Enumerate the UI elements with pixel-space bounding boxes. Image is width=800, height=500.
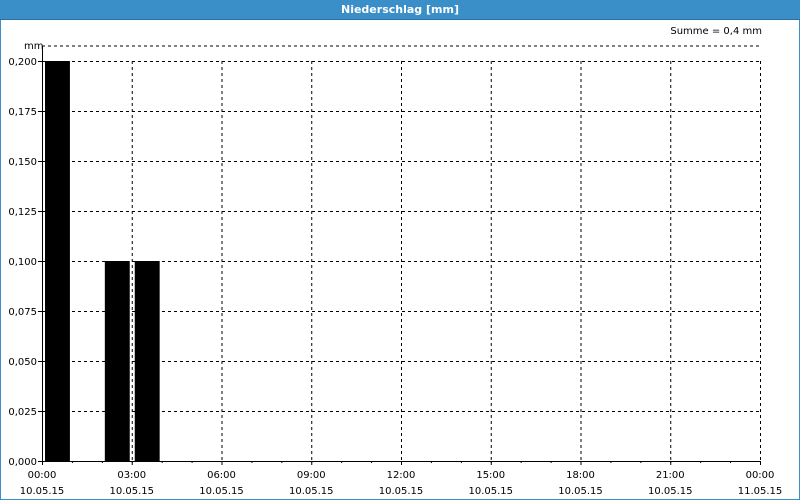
x-tick-label-time: 00:00 <box>28 470 57 481</box>
x-tick-label-date: 10.05.15 <box>648 486 693 497</box>
y-tick-label: 0,200 <box>8 57 37 68</box>
x-tick-label-time: 03:00 <box>117 470 146 481</box>
y-tick-label: 0,125 <box>8 207 37 218</box>
y-tick-label: 0,150 <box>8 157 37 168</box>
precipitation-chart: 0,000 0,025 0,050 0,075 0,100 0,125 0,150 0,175… <box>8 45 783 497</box>
x-tick-label-time: 00:00 <box>746 470 775 481</box>
y-tick-label: 0,000 <box>8 457 37 468</box>
x-tick-label-date: 10.05.15 <box>199 486 244 497</box>
x-tick-label-date: 10.05.15 <box>379 486 424 497</box>
precipitation-bar <box>45 61 70 461</box>
x-tick-label-date: 10.05.15 <box>468 486 513 497</box>
x-tick-label-time: 21:00 <box>656 470 685 481</box>
x-tick-label-date: 10.05.15 <box>289 486 334 497</box>
x-tick-label-date: 11.05.15 <box>738 486 783 497</box>
x-tick-label-date: 10.05.15 <box>20 486 65 497</box>
x-tick-label-time: 09:00 <box>297 470 326 481</box>
y-tick-label: 0,075 <box>8 307 37 318</box>
x-tick-label-date: 10.05.15 <box>109 486 154 497</box>
y-tick-label: 0,100 <box>8 257 37 268</box>
x-tick-label-time: 12:00 <box>387 470 416 481</box>
x-tick-label-time: 18:00 <box>566 470 595 481</box>
x-tick-label-time: 15:00 <box>476 470 505 481</box>
y-tick-label: 0,175 <box>8 107 37 118</box>
x-tick-label-time: 06:00 <box>207 470 236 481</box>
y-tick-label: 0,025 <box>8 407 37 418</box>
y-tick-label: 0,050 <box>8 357 37 368</box>
precipitation-bar <box>104 261 130 461</box>
precipitation-bar <box>134 261 160 461</box>
x-tick-label-date: 10.05.15 <box>558 486 603 497</box>
